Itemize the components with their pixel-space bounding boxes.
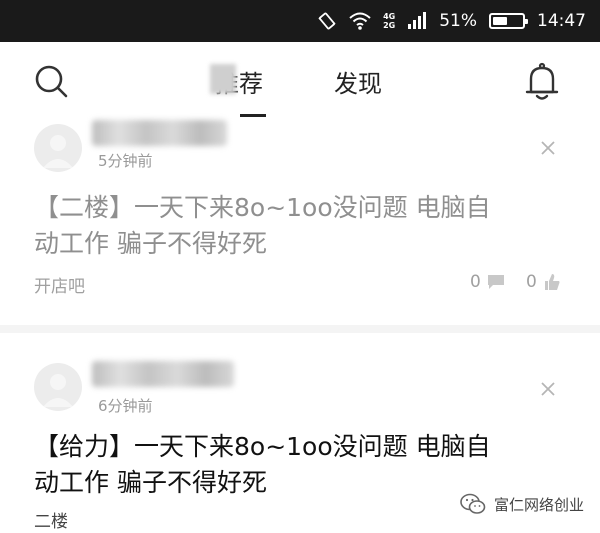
close-icon[interactable] xyxy=(540,381,556,397)
signal-icon xyxy=(408,12,427,29)
post-headline[interactable]: 【给力】一天下来8o~1oo没问题 电脑自 动工作 骗子不得好死 xyxy=(34,429,574,501)
feed-item[interactable]: 5分钟前 【二楼】一天下来8o~1oo没问题 电脑自 动工作 骗子不得好死 开店… xyxy=(0,120,600,325)
post-headline-line: 动工作 骗子不得好死 xyxy=(34,229,267,258)
wifi-icon xyxy=(349,12,371,30)
feed-divider xyxy=(0,325,600,333)
post-headline-line: 【二楼】一天下来8o~1oo没问题 电脑自 xyxy=(34,193,491,222)
vibrate-mode-icon xyxy=(318,12,336,30)
search-button[interactable] xyxy=(34,64,70,100)
like-count[interactable]: 0 xyxy=(526,272,561,292)
avatar[interactable] xyxy=(34,363,82,411)
watermark-text: 富仁网络创业 xyxy=(493,495,584,514)
post-time: 6分钟前 xyxy=(98,397,153,415)
post-headline[interactable]: 【二楼】一天下来8o~1oo没问题 电脑自 动工作 骗子不得好死 xyxy=(34,190,574,262)
author-name-blurred xyxy=(92,361,234,387)
tab-recommend-blur xyxy=(210,64,236,94)
author-name-blurred xyxy=(92,120,227,146)
search-icon xyxy=(35,65,68,98)
notifications-button[interactable] xyxy=(524,62,560,102)
post-source[interactable]: 二楼 xyxy=(34,507,68,532)
comment-count[interactable]: 0 xyxy=(470,272,505,292)
battery-level xyxy=(493,17,508,25)
clock: 14:47 xyxy=(537,11,586,31)
active-tab-indicator xyxy=(240,114,266,117)
battery-icon xyxy=(489,13,528,29)
post-time: 5分钟前 xyxy=(98,152,153,170)
network-type-bottom: 2G xyxy=(383,21,396,30)
comment-count-value: 0 xyxy=(470,272,481,292)
post-source[interactable]: 开店吧 xyxy=(34,272,85,297)
network-type: 4G 2G xyxy=(383,12,395,30)
comment-icon xyxy=(487,275,504,289)
wechat-icon xyxy=(460,493,486,514)
network-type-top: 4G xyxy=(383,12,396,21)
status-icons: 4G 2G 51% 14:47 xyxy=(317,0,586,42)
thumbs-up-icon xyxy=(544,274,560,290)
tab-discover[interactable]: 发现 xyxy=(334,64,382,99)
close-icon[interactable] xyxy=(540,140,556,156)
bell-icon xyxy=(525,62,559,100)
app-header: 推荐 发现 xyxy=(0,42,600,120)
watermark: 富仁网络创业 xyxy=(460,493,584,515)
post-headline-line: 【给力】一天下来8o~1oo没问题 电脑自 xyxy=(34,432,491,461)
avatar[interactable] xyxy=(34,124,82,172)
status-bar: 4G 2G 51% 14:47 xyxy=(0,0,600,42)
default-avatar-icon xyxy=(43,374,73,407)
default-avatar-icon xyxy=(43,135,73,168)
battery-percent: 51% xyxy=(439,11,477,31)
like-count-value: 0 xyxy=(526,272,537,292)
